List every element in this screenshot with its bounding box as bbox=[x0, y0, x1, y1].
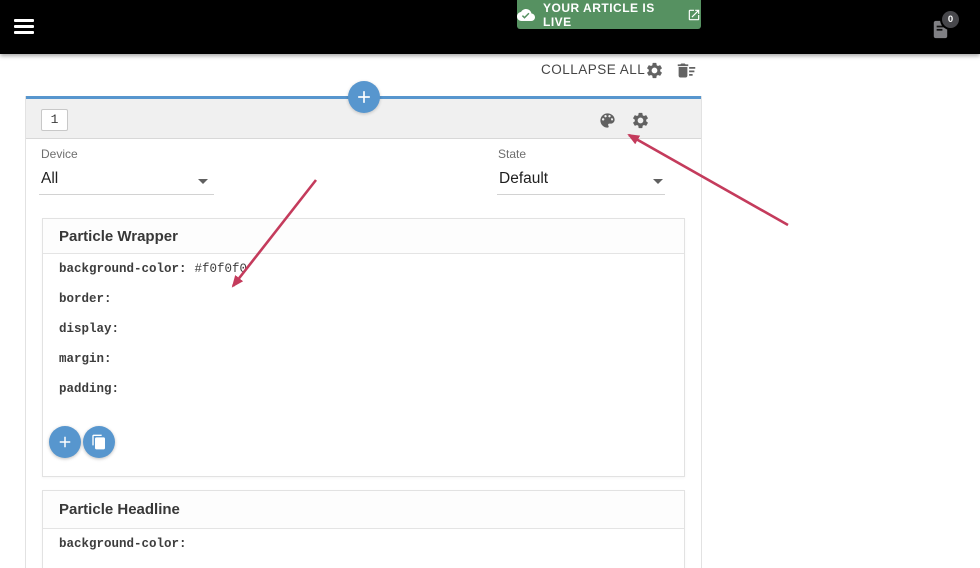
revisions-button[interactable]: 0 bbox=[929, 11, 961, 47]
menu-bar bbox=[14, 19, 34, 22]
css-property-row[interactable]: display: bbox=[43, 314, 684, 344]
menu-bar bbox=[14, 25, 34, 28]
open-in-new-icon bbox=[687, 8, 701, 22]
css-property-row[interactable]: background-color: bbox=[43, 529, 684, 559]
plus-icon bbox=[56, 433, 74, 451]
menu-icon[interactable] bbox=[14, 19, 34, 35]
state-label: State bbox=[498, 147, 527, 161]
article-live-button[interactable]: YOUR ARTICLE IS LIVE bbox=[517, 0, 701, 29]
palette-icon[interactable] bbox=[598, 111, 617, 130]
property-value: #f0f0f0 bbox=[194, 262, 248, 276]
card-header: Particle Headline bbox=[43, 491, 684, 529]
particle-headline-card: Particle Headline background-color: bbox=[42, 490, 685, 568]
card-title: Particle Headline bbox=[59, 501, 180, 518]
property-value bbox=[119, 382, 127, 396]
property-name: background-color: bbox=[59, 537, 187, 551]
article-live-label: YOUR ARTICLE IS LIVE bbox=[543, 0, 655, 29]
plus-icon bbox=[354, 87, 374, 107]
property-value bbox=[119, 322, 127, 336]
particle-wrapper-card: Particle Wrapper background-color: #f0f0f… bbox=[42, 218, 685, 477]
collapse-all-button[interactable]: COLLAPSE ALL bbox=[541, 62, 645, 77]
section-index-input[interactable]: 1 bbox=[41, 109, 68, 131]
chevron-down-icon bbox=[198, 179, 208, 184]
chevron-down-icon bbox=[653, 179, 663, 184]
device-label: Device bbox=[41, 147, 78, 161]
state-select[interactable]: Default bbox=[497, 168, 665, 195]
card-title: Particle Wrapper bbox=[59, 228, 178, 245]
device-select-value: All bbox=[41, 170, 59, 187]
css-property-row[interactable]: border: bbox=[43, 284, 684, 314]
css-property-row[interactable]: padding: bbox=[43, 374, 684, 404]
duplicate-particle-button[interactable] bbox=[83, 426, 115, 458]
property-name: border: bbox=[59, 292, 112, 306]
page: YOUR ARTICLE IS LIVE 0 COLLAPSE ALL 1 De… bbox=[0, 0, 980, 568]
property-name: display: bbox=[59, 322, 120, 336]
property-value bbox=[187, 537, 195, 551]
device-select[interactable]: All bbox=[39, 168, 214, 195]
card-header: Particle Wrapper bbox=[43, 219, 684, 254]
delete-sweep-icon[interactable] bbox=[676, 60, 697, 81]
menu-bar bbox=[14, 31, 34, 34]
property-value bbox=[112, 352, 120, 366]
revisions-count-badge: 0 bbox=[942, 11, 959, 28]
top-app-bar: YOUR ARTICLE IS LIVE 0 bbox=[0, 0, 980, 54]
gear-icon[interactable] bbox=[631, 111, 650, 130]
property-value bbox=[112, 292, 120, 306]
property-name: margin: bbox=[59, 352, 112, 366]
add-section-button[interactable] bbox=[348, 81, 380, 113]
css-property-row[interactable]: background-color: #f0f0f0 bbox=[43, 254, 684, 284]
copy-icon bbox=[91, 434, 107, 450]
state-select-value: Default bbox=[499, 170, 549, 187]
section-panel: 1 Device All State Default Particle Wrap… bbox=[25, 96, 702, 568]
cloud-done-icon bbox=[517, 6, 535, 24]
gear-icon[interactable] bbox=[645, 61, 664, 80]
css-property-row[interactable]: margin: bbox=[43, 344, 684, 374]
property-name: padding: bbox=[59, 382, 120, 396]
add-property-button[interactable] bbox=[49, 426, 81, 458]
property-name: background-color: bbox=[59, 262, 187, 276]
